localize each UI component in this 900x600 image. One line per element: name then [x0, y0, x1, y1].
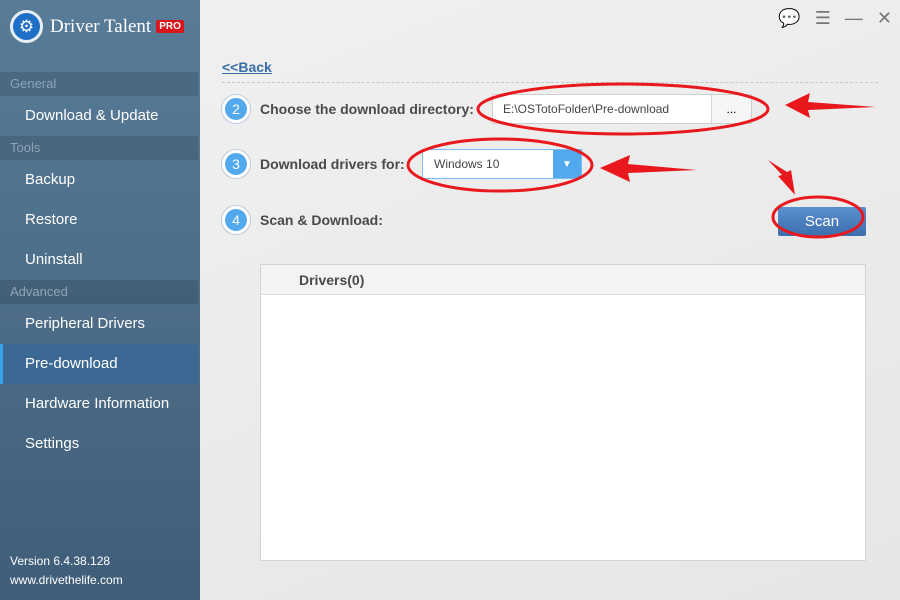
divider	[222, 82, 878, 83]
app-logo: ⚙ Driver Talent PRO	[10, 10, 184, 43]
step-number: 3	[222, 150, 250, 178]
sidebar-item-peripheral-drivers[interactable]: Peripheral Drivers	[0, 304, 198, 344]
drivers-table: Drivers(0)	[260, 264, 866, 561]
step-directory: 2 Choose the download directory:	[222, 95, 474, 123]
minimize-icon[interactable]: —	[845, 8, 863, 29]
sidebar-item-backup[interactable]: Backup	[0, 160, 198, 200]
sidebar-item-hardware-information[interactable]: Hardware Information	[0, 384, 198, 424]
website-link[interactable]: www.drivethelife.com	[10, 571, 123, 590]
step-label: Download drivers for:	[260, 156, 405, 172]
sidebar-item-pre-download[interactable]: Pre-download	[0, 344, 198, 384]
os-select[interactable]: Windows 10 ▼	[422, 149, 582, 179]
section-tools: Tools	[0, 136, 198, 160]
gear-icon: ⚙	[10, 10, 43, 43]
scan-button[interactable]: Scan	[778, 207, 866, 236]
step-label: Scan & Download:	[260, 212, 383, 228]
close-icon[interactable]: ✕	[877, 8, 892, 29]
back-link[interactable]: <<Back	[222, 59, 272, 75]
sidebar-item-download-update[interactable]: Download & Update	[0, 96, 198, 136]
pro-badge: PRO	[156, 20, 184, 33]
directory-value[interactable]: E:\OSTotoFolder\Pre-download	[493, 95, 711, 123]
chevron-down-icon[interactable]: ▼	[553, 150, 581, 178]
section-advanced: Advanced	[0, 280, 198, 304]
drivers-header: Drivers(0)	[261, 265, 865, 295]
app-title: Driver Talent	[50, 15, 152, 37]
step-os: 3 Download drivers for:	[222, 150, 405, 178]
browse-button[interactable]: ...	[711, 95, 751, 123]
step-number: 2	[222, 95, 250, 123]
os-select-value[interactable]: Windows 10	[423, 150, 553, 178]
section-general: General	[0, 72, 198, 96]
sidebar: ⚙ Driver Talent PRO General Download & U…	[0, 0, 200, 600]
main-panel: 💬 ☰ — ✕ <<Back 2 Choose the download dir…	[200, 0, 900, 600]
menu-icon[interactable]: ☰	[815, 8, 831, 29]
step-number: 4	[222, 206, 250, 234]
chat-icon[interactable]: 💬	[778, 8, 800, 29]
version-text: Version 6.4.38.128	[10, 554, 111, 568]
directory-field[interactable]: E:\OSTotoFolder\Pre-download ...	[492, 94, 752, 124]
step-scan: 4 Scan & Download:	[222, 206, 383, 234]
sidebar-item-uninstall[interactable]: Uninstall	[0, 240, 198, 280]
step-label: Choose the download directory:	[260, 101, 474, 117]
sidebar-item-settings[interactable]: Settings	[0, 424, 198, 464]
sidebar-item-restore[interactable]: Restore	[0, 200, 198, 240]
